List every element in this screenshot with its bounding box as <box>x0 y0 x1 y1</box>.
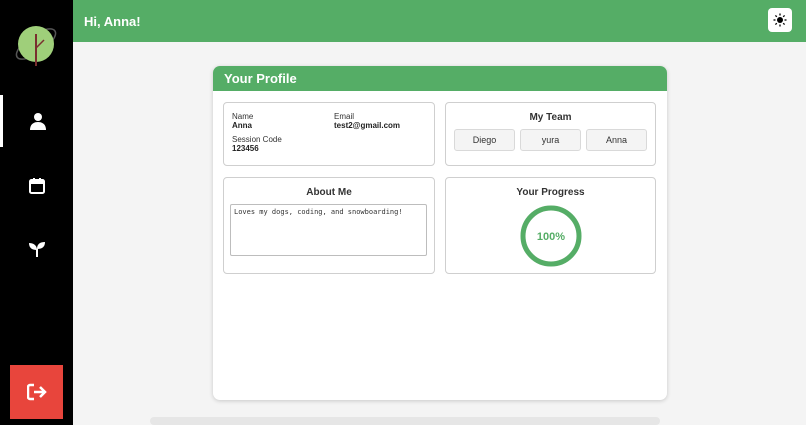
sidebar <box>0 0 73 425</box>
sun-icon <box>773 13 787 27</box>
top-bar: Hi, Anna! <box>73 0 806 42</box>
email-label: Email <box>334 112 355 121</box>
logout-icon <box>26 383 47 401</box>
divider <box>150 417 660 425</box>
profile-card: Your Profile Name Anna Email test2@gmail… <box>213 66 667 400</box>
progress-label: 100% <box>537 231 565 243</box>
greeting: Hi, Anna! <box>84 14 141 29</box>
sprout-icon <box>28 242 45 257</box>
session-code-label: Session Code <box>232 135 282 144</box>
sidebar-item-growth[interactable] <box>0 223 73 275</box>
team-member[interactable]: yura <box>520 129 581 151</box>
team-member[interactable]: Diego <box>454 129 515 151</box>
about-title: About Me <box>306 187 352 198</box>
team-title: My Team <box>529 112 572 123</box>
user-icon <box>30 113 46 130</box>
name-value: Anna <box>232 121 252 130</box>
sidebar-item-profile[interactable] <box>0 95 73 147</box>
session-code-value: 123456 <box>232 144 259 153</box>
theme-toggle-button[interactable] <box>768 8 792 32</box>
info-panel: Name Anna Email test2@gmail.com Session … <box>223 102 435 166</box>
team-member[interactable]: Anna <box>586 129 647 151</box>
about-me-textarea[interactable]: Loves my dogs, coding, and snowboarding! <box>230 204 427 256</box>
calendar-icon <box>28 178 45 194</box>
name-label: Name <box>232 112 254 121</box>
about-panel: About Me Loves my dogs, coding, and snow… <box>223 177 435 274</box>
team-panel: My Team Diego yura Anna <box>445 102 656 166</box>
progress-ring: 100% <box>520 205 582 267</box>
logout-button[interactable] <box>10 365 63 419</box>
progress-panel: Your Progress 100% <box>445 177 656 274</box>
email-value: test2@gmail.com <box>334 121 401 130</box>
logo-icon <box>15 26 57 66</box>
profile-title: Your Profile <box>213 66 667 91</box>
sidebar-item-calendar[interactable] <box>0 160 73 212</box>
progress-title: Your Progress <box>516 187 585 198</box>
